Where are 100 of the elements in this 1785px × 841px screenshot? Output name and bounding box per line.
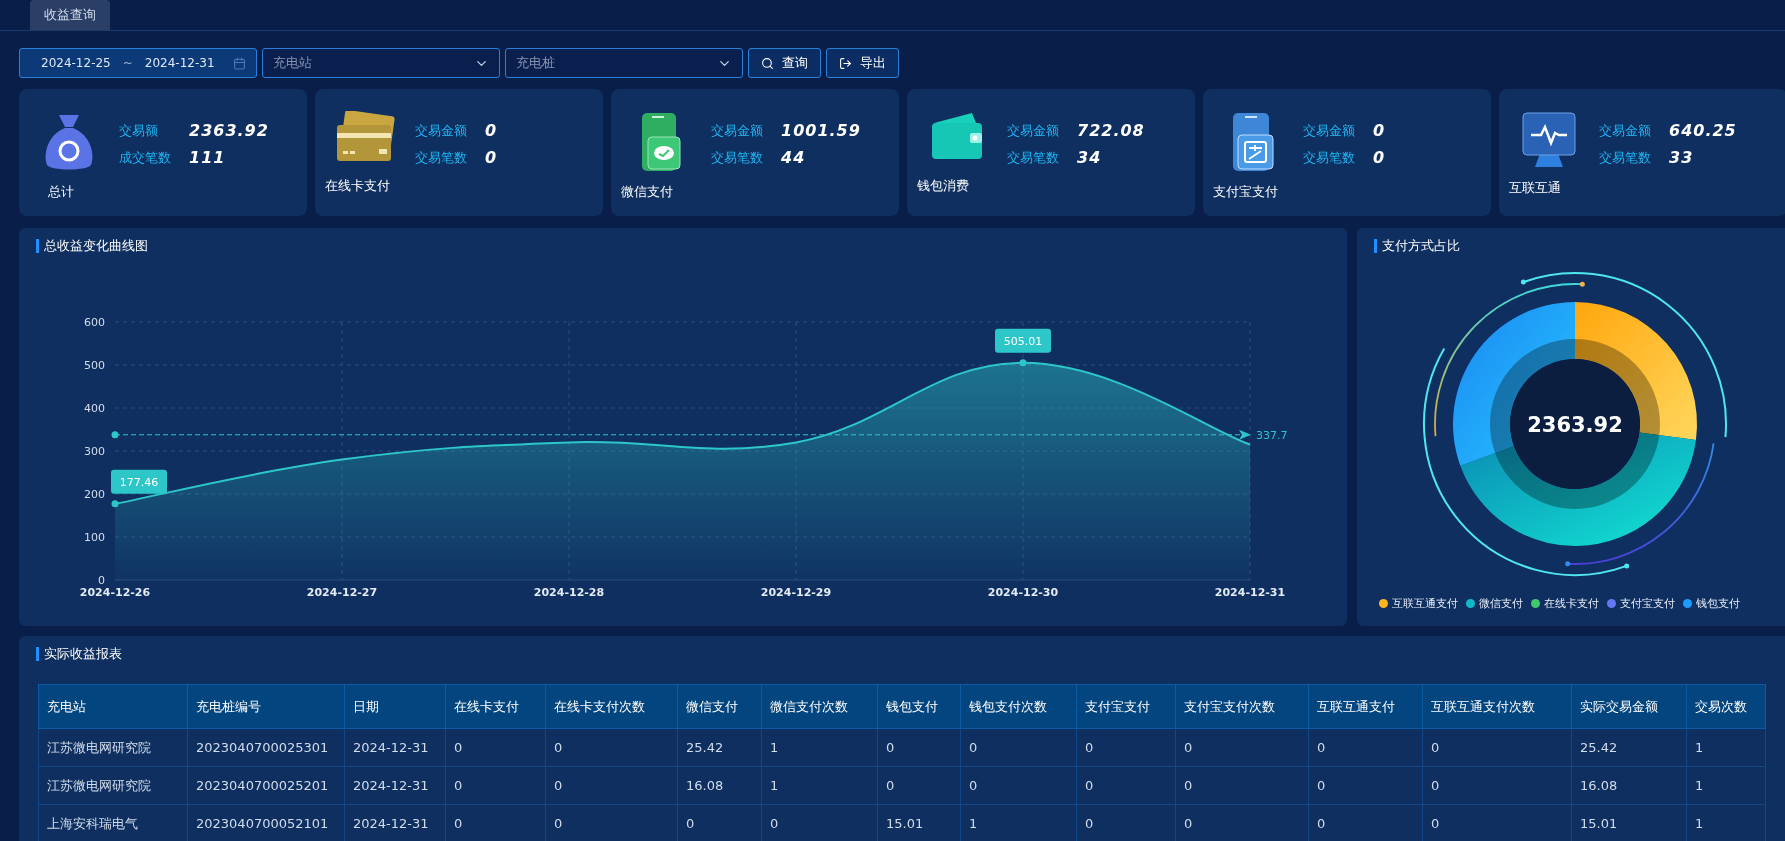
card-title: 互联互通 <box>1509 179 1561 197</box>
table-cell: 0 <box>545 766 678 805</box>
table-cell: 0 <box>1422 728 1572 767</box>
table-cell: 16.08 <box>677 766 762 805</box>
table-cell: 0 <box>445 728 546 767</box>
column-header: 充电桩编号 <box>187 684 345 729</box>
annotation: 505.01 <box>1003 334 1043 348</box>
x-axis-label: 2024-12-29 <box>760 586 832 599</box>
card-title: 钱包消费 <box>917 177 969 195</box>
table-cell: 1 <box>761 766 878 805</box>
bank-card-icon <box>335 111 395 163</box>
column-header: 钱包支付 <box>877 684 961 729</box>
stat-value: 0 <box>1373 121 1386 140</box>
table-cell: 2023040700025301 <box>187 728 345 767</box>
column-header: 日期 <box>344 684 446 729</box>
table-cell: 0 <box>1308 766 1423 805</box>
column-header: 实际交易金额 <box>1571 684 1687 729</box>
stat-label: 交易笔数 <box>711 148 763 167</box>
stat-label: 交易金额 <box>1303 121 1355 140</box>
column-header: 在线卡支付 <box>445 684 546 729</box>
table-cell: 0 <box>1175 766 1309 805</box>
panel-title: 实际收益报表 <box>36 647 122 661</box>
card-title: 微信支付 <box>621 183 673 201</box>
column-header: 互联互通支付 <box>1308 684 1423 729</box>
legend-label: 钱包支付 <box>1696 596 1740 611</box>
y-axis-label: 500 <box>84 359 105 372</box>
stat-value: 1001.59 <box>781 121 861 140</box>
legend-label: 支付宝支付 <box>1620 596 1675 611</box>
card-title: 在线卡支付 <box>325 177 390 195</box>
stat-label: 交易金额 <box>415 121 467 140</box>
table-cell: 1 <box>1686 766 1766 805</box>
x-axis-label: 2024-12-27 <box>306 586 378 599</box>
value-callout: 505.01 <box>995 328 1051 353</box>
panel-title: 总收益变化曲线图 <box>36 239 148 253</box>
average-value: 337.7 <box>1256 428 1288 442</box>
value-callout: 177.46 <box>111 469 167 494</box>
calendar-icon <box>233 56 246 70</box>
x-axis-label: 2024-12-28 <box>533 586 605 599</box>
monitor-pulse-icon <box>1521 111 1577 169</box>
y-axis-label: 100 <box>84 531 105 544</box>
table-cell: 0 <box>1308 728 1423 767</box>
column-header: 互联互通支付次数 <box>1422 684 1572 729</box>
table-cell: 0 <box>1076 766 1176 805</box>
station-select[interactable]: 充电站 <box>262 48 500 78</box>
table-cell: 0 <box>877 728 961 767</box>
stat-value: 111 <box>189 148 227 167</box>
table-cell: 1 <box>761 728 878 767</box>
stat-label: 交易笔数 <box>1303 148 1355 167</box>
column-header: 钱包支付次数 <box>960 684 1077 729</box>
y-axis-label: 400 <box>84 402 105 415</box>
table-cell: 25.42 <box>677 728 762 767</box>
card-title: 总计 <box>48 183 74 201</box>
table-cell: 0 <box>1422 766 1572 805</box>
date-range-field[interactable]: 2024-12-25 ~ 2024-12-31 <box>19 48 257 78</box>
stat-label: 交易金额 <box>711 121 763 140</box>
y-axis-label: 200 <box>84 488 105 501</box>
stat-value: 0 <box>485 121 498 140</box>
column-header: 充电站 <box>38 684 188 729</box>
column-header: 在线卡支付次数 <box>545 684 678 729</box>
stat-label: 成交笔数 <box>119 148 171 167</box>
stat-value: 33 <box>1669 148 1695 167</box>
data-point <box>111 500 119 508</box>
search-icon <box>761 56 774 70</box>
stat-label: 交易金额 <box>1599 121 1651 140</box>
legend-label: 互联互通支付 <box>1392 596 1458 611</box>
column-header: 交易次数 <box>1686 684 1766 729</box>
tab[interactable]: 收益查询 <box>30 0 110 30</box>
y-axis-label: 600 <box>84 316 105 329</box>
pile-select[interactable]: 充电桩 <box>505 48 743 78</box>
start-date[interactable]: 2024-12-25 <box>41 56 111 70</box>
stat-label: 交易笔数 <box>1599 148 1651 167</box>
phone-chat-icon <box>640 111 682 173</box>
y-axis-label: 300 <box>84 445 105 458</box>
x-axis-label: 2024-12-31 <box>1214 586 1286 599</box>
panel-title: 支付方式占比 <box>1374 239 1460 253</box>
column-header: 支付宝支付次数 <box>1175 684 1309 729</box>
table-cell: 0 <box>960 766 1077 805</box>
table-cell: 0 <box>445 766 546 805</box>
table-cell: 1 <box>1686 728 1766 767</box>
export-button[interactable]: 导出 <box>826 48 899 78</box>
end-date[interactable]: 2024-12-31 <box>144 56 215 70</box>
table-cell: 16.08 <box>1571 766 1687 805</box>
column-header: 微信支付 <box>677 684 762 729</box>
stat-label: 交易额 <box>119 121 159 140</box>
table-cell: 0 <box>1076 728 1176 767</box>
stat-value: 2363.92 <box>189 121 269 140</box>
column-header: 微信支付次数 <box>761 684 878 729</box>
stat-value: 34 <box>1077 148 1103 167</box>
search-button[interactable]: 查询 <box>748 48 821 78</box>
stat-label: 交易笔数 <box>1007 148 1059 167</box>
stat-value: 0 <box>1373 148 1386 167</box>
data-point <box>1019 359 1027 367</box>
table-cell: 0 <box>1175 728 1309 767</box>
table-cell: 2024-12-31 <box>344 766 446 805</box>
table-cell: 江苏微电网研究院 <box>38 766 188 805</box>
legend-label: 在线卡支付 <box>1544 596 1599 611</box>
stat-value: 0 <box>485 148 498 167</box>
range-separator: ~ <box>122 56 133 70</box>
table-cell: 25.42 <box>1571 728 1687 767</box>
stat-value: 722.08 <box>1077 121 1145 140</box>
